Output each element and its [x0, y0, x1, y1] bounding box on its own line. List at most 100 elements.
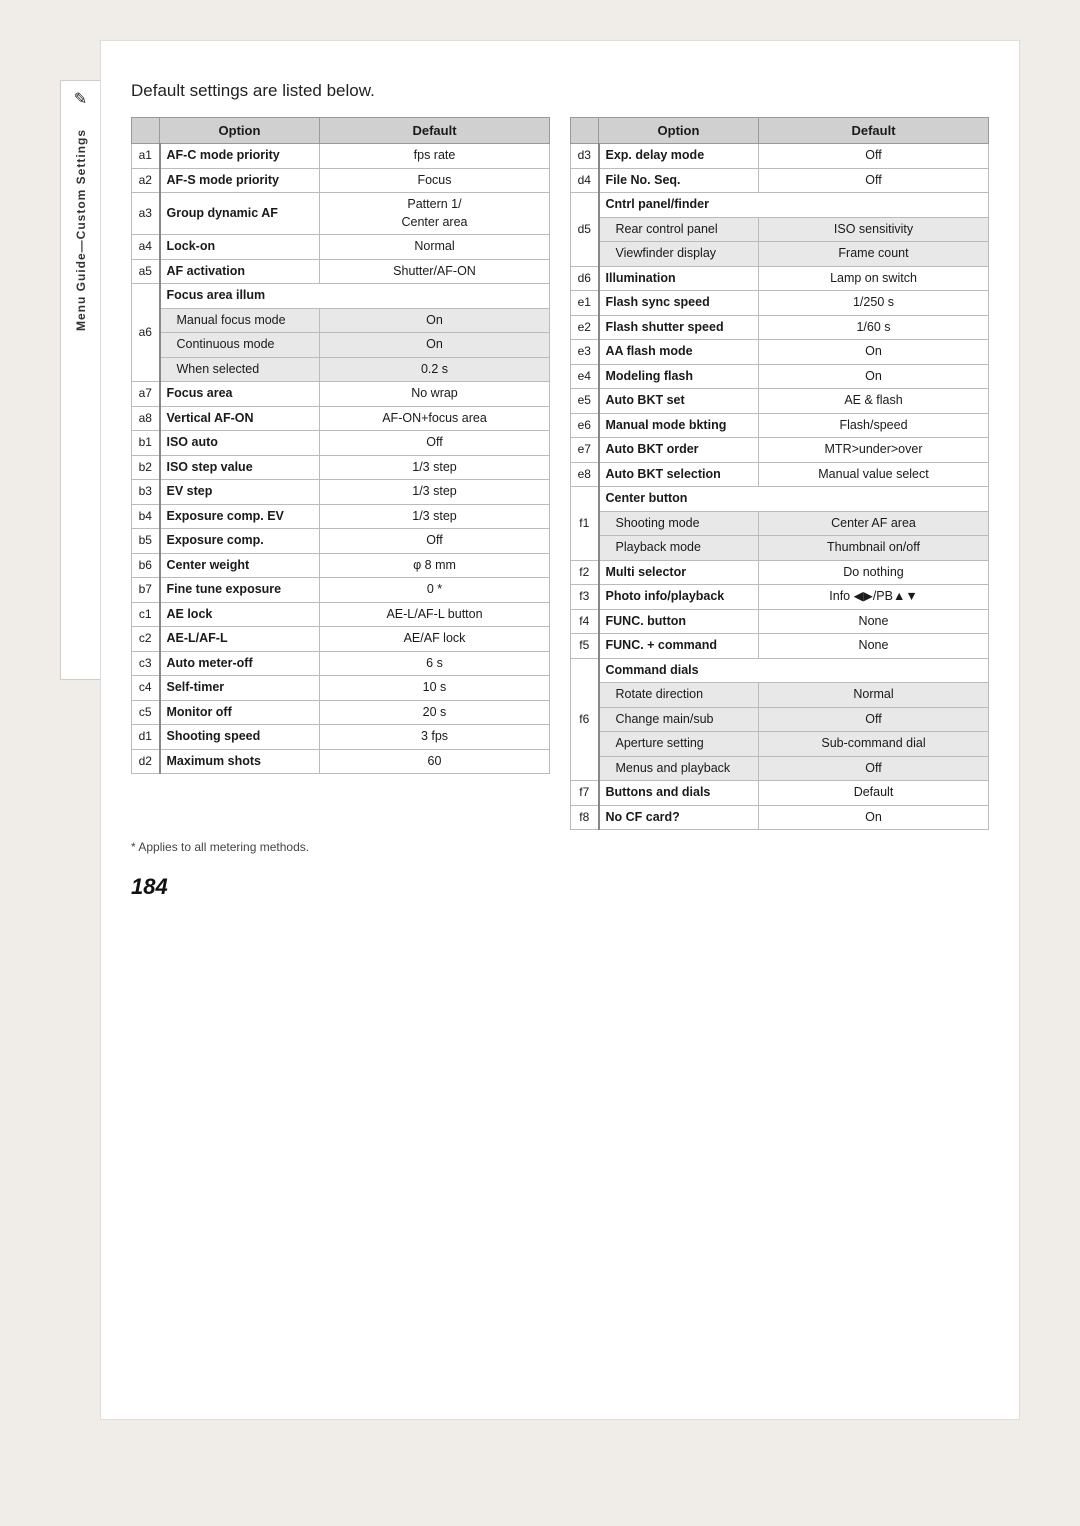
row-sub-default: Sub-command dial: [759, 732, 989, 757]
row-default: 10 s: [320, 676, 550, 701]
row-default: AE-L/AF-L button: [320, 602, 550, 627]
table-row: Playback modeThumbnail on/off: [571, 536, 989, 561]
table-row: e4Modeling flashOn: [571, 364, 989, 389]
row-code: e7: [571, 438, 599, 463]
row-option: Exposure comp. EV: [160, 504, 320, 529]
row-code: e4: [571, 364, 599, 389]
intro-text: Default settings are listed below.: [131, 81, 989, 101]
left-table-section: Option Default a1AF-C mode priorityfps r…: [131, 117, 550, 774]
table-row: f5FUNC. + commandNone: [571, 634, 989, 659]
table-row: f3Photo info/playbackInfo ◀▶/PB▲▼: [571, 585, 989, 610]
row-code: b6: [132, 553, 160, 578]
row-sub-default: On: [320, 308, 550, 333]
row-default: 1/3 step: [320, 480, 550, 505]
table-row: b6Center weightφ 8 mm: [132, 553, 550, 578]
table-row: Menus and playbackOff: [571, 756, 989, 781]
left-header-option: Option: [160, 118, 320, 144]
note-icon: ✎: [74, 89, 87, 109]
table-row: b5Exposure comp.Off: [132, 529, 550, 554]
row-option: Auto BKT set: [599, 389, 759, 414]
row-sub-default: 0.2 s: [320, 357, 550, 382]
row-default: 3 fps: [320, 725, 550, 750]
table-row: a1AF-C mode priorityfps rate: [132, 144, 550, 169]
row-code: a8: [132, 406, 160, 431]
row-code: a6: [132, 284, 160, 382]
table-row: f4FUNC. buttonNone: [571, 609, 989, 634]
table-row: c1AE lockAE-L/AF-L button: [132, 602, 550, 627]
row-option: Vertical AF-ON: [160, 406, 320, 431]
row-option: AF-S mode priority: [160, 168, 320, 193]
row-sub-option: Viewfinder display: [599, 242, 759, 267]
row-default: Off: [759, 144, 989, 169]
row-code: d2: [132, 749, 160, 774]
row-code: e6: [571, 413, 599, 438]
table-row: d5Cntrl panel/finder: [571, 193, 989, 218]
row-option: Buttons and dials: [599, 781, 759, 806]
row-option: Flash sync speed: [599, 291, 759, 316]
row-code: d6: [571, 266, 599, 291]
row-option: FUNC. + command: [599, 634, 759, 659]
row-default: 1/3 step: [320, 455, 550, 480]
row-sub-option: Manual focus mode: [160, 308, 320, 333]
row-code: c2: [132, 627, 160, 652]
row-code: f2: [571, 560, 599, 585]
row-code: e1: [571, 291, 599, 316]
row-code: a5: [132, 259, 160, 284]
row-option: Focus area illum: [160, 284, 550, 309]
row-option: AA flash mode: [599, 340, 759, 365]
table-row: b2ISO step value1/3 step: [132, 455, 550, 480]
side-tab: ✎ Menu Guide—Custom Settings: [60, 80, 100, 680]
table-row: Aperture settingSub-command dial: [571, 732, 989, 757]
row-option: AE lock: [160, 602, 320, 627]
row-code: d5: [571, 193, 599, 267]
table-row: Change main/subOff: [571, 707, 989, 732]
row-code: f3: [571, 585, 599, 610]
right-table-section: Option Default d3Exp. delay modeOffd4Fil…: [570, 117, 989, 830]
table-row: c4Self-timer10 s: [132, 676, 550, 701]
table-row: b1ISO autoOff: [132, 431, 550, 456]
row-code: b2: [132, 455, 160, 480]
table-row: f8No CF card?On: [571, 805, 989, 830]
row-option: AF-C mode priority: [160, 144, 320, 169]
left-header-default: Default: [320, 118, 550, 144]
row-code: e8: [571, 462, 599, 487]
row-default: 20 s: [320, 700, 550, 725]
row-option: Manual mode bkting: [599, 413, 759, 438]
row-option: Focus area: [160, 382, 320, 407]
row-sub-option: Aperture setting: [599, 732, 759, 757]
row-option: Exposure comp.: [160, 529, 320, 554]
row-sub-option: When selected: [160, 357, 320, 382]
row-code: f1: [571, 487, 599, 561]
row-option: Maximum shots: [160, 749, 320, 774]
row-option: Cntrl panel/finder: [599, 193, 989, 218]
table-row: c5Monitor off20 s: [132, 700, 550, 725]
row-code: f8: [571, 805, 599, 830]
row-code: b3: [132, 480, 160, 505]
row-code: c5: [132, 700, 160, 725]
row-code: a4: [132, 235, 160, 260]
table-row: e3AA flash modeOn: [571, 340, 989, 365]
row-option: Shooting speed: [160, 725, 320, 750]
table-row: Rear control panelISO sensitivity: [571, 217, 989, 242]
row-option: FUNC. button: [599, 609, 759, 634]
table-row: e2Flash shutter speed1/60 s: [571, 315, 989, 340]
right-table: Option Default d3Exp. delay modeOffd4Fil…: [570, 117, 989, 830]
right-header-default: Default: [759, 118, 989, 144]
table-row: c2AE-L/AF-LAE/AF lock: [132, 627, 550, 652]
row-default: Default: [759, 781, 989, 806]
row-sub-option: Shooting mode: [599, 511, 759, 536]
row-option: Fine tune exposure: [160, 578, 320, 603]
row-option: Photo info/playback: [599, 585, 759, 610]
row-default: AE/AF lock: [320, 627, 550, 652]
row-sub-default: Thumbnail on/off: [759, 536, 989, 561]
row-sub-default: Normal: [759, 683, 989, 708]
row-option: AE-L/AF-L: [160, 627, 320, 652]
row-sub-option: Continuous mode: [160, 333, 320, 358]
row-option: EV step: [160, 480, 320, 505]
row-default: On: [759, 340, 989, 365]
row-sub-default: Off: [759, 707, 989, 732]
table-row: e8Auto BKT selectionManual value select: [571, 462, 989, 487]
row-code: f5: [571, 634, 599, 659]
table-row: a7Focus areaNo wrap: [132, 382, 550, 407]
table-row: f7Buttons and dialsDefault: [571, 781, 989, 806]
